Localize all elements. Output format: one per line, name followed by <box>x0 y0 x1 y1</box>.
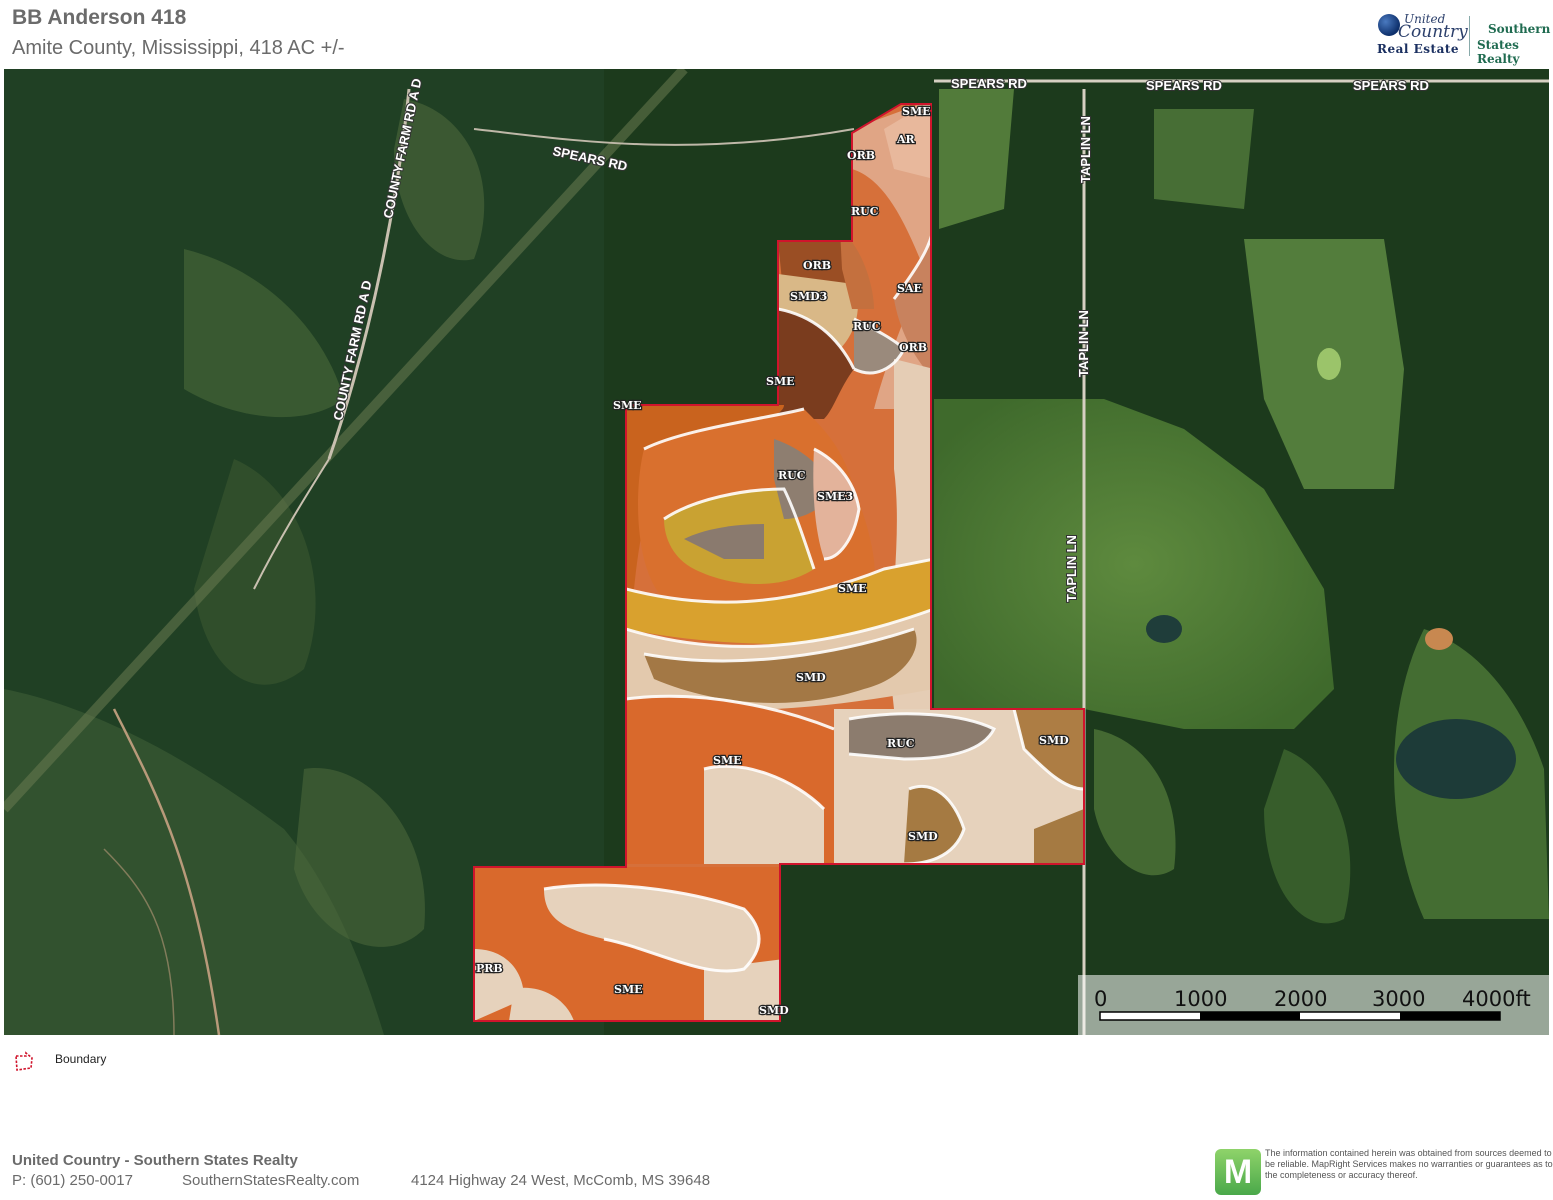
scale-tick-label: 1000 <box>1174 987 1227 1011</box>
boundary-legend-label: Boundary <box>55 1052 107 1066</box>
scale-tick-label: 0 <box>1094 987 1107 1011</box>
company-logo: United Country Real Estate Southern Stat… <box>1372 10 1551 66</box>
logo-country: Country <box>1398 22 1468 42</box>
scale-tick-label: 4000ft <box>1462 987 1531 1011</box>
soil-label: SME <box>613 399 642 412</box>
soil-label: SMD <box>759 1004 789 1017</box>
soil-label: SME3 <box>817 490 853 503</box>
scale-tick-label: 2000 <box>1274 987 1327 1011</box>
logo-states-realty: States Realty <box>1477 38 1520 66</box>
soil-label: SAE <box>897 282 922 295</box>
soil-label: AR <box>896 133 916 146</box>
soil-label: ORB <box>803 259 831 272</box>
soil-label: SME <box>614 983 643 996</box>
map-title: BB Anderson 418 <box>12 6 187 29</box>
scale-bar: 0 1000 2000 3000 4000ft <box>1078 975 1549 1035</box>
soil-label: RUC <box>778 469 806 482</box>
pond <box>1396 719 1516 799</box>
soil-label: RUC <box>853 320 881 333</box>
soil-label: PRB <box>476 962 503 975</box>
scale-tick-label: 3000 <box>1372 987 1425 1011</box>
footer-disclaimer: The information contained herein was obt… <box>1265 1148 1553 1180</box>
footer-company: United Country - Southern States Realty <box>12 1152 298 1169</box>
soil-label: SME <box>902 105 931 118</box>
road-label-taplin-1: TAPLIN LN <box>1078 116 1093 183</box>
logo-real-estate: Real Estate <box>1377 42 1460 56</box>
footer-phone: P: (601) 250-0017 <box>12 1172 133 1189</box>
mapright-logo: M <box>1215 1149 1261 1195</box>
map-subtitle: Amite County, Mississippi, 418 AC +/- <box>12 37 345 59</box>
logo-southern: Southern <box>1488 22 1551 36</box>
soil-label: SMD <box>908 830 938 843</box>
soil-label: RUC <box>851 205 879 218</box>
logo-divider <box>1469 16 1470 56</box>
soil-label: ORB <box>899 341 927 354</box>
soil-label: SMD3 <box>790 290 827 303</box>
soil-label: SME <box>766 375 795 388</box>
soil-label: RUC <box>887 737 915 750</box>
road-label-spears-1: SPEARS RD <box>951 76 1027 91</box>
road-label-spears-2: SPEARS RD <box>1146 78 1222 93</box>
map-legend: Boundary <box>12 1050 106 1079</box>
boundary-legend-icon <box>15 1051 33 1071</box>
road-label-taplin-2: TAPLIN LN <box>1076 310 1091 377</box>
footer-website[interactable]: SouthernStatesRealty.com <box>182 1172 359 1189</box>
soil-label: SME <box>838 582 867 595</box>
footer-address: 4124 Highway 24 West, McComb, MS 39648 <box>411 1172 711 1189</box>
road-label-taplin-3: TAPLIN LN <box>1064 535 1079 602</box>
globe-icon <box>1378 14 1400 36</box>
soil-label: SMD <box>796 671 826 684</box>
soil-label: SMD <box>1039 734 1069 747</box>
soil-label: SME <box>713 754 742 767</box>
road-label-spears-3: SPEARS RD <box>1353 78 1429 93</box>
satellite-map[interactable]: SPEARS RD SPEARS RD SPEARS RD SPEARS RD … <box>4 69 1549 1035</box>
soil-label: ORB <box>847 149 875 162</box>
